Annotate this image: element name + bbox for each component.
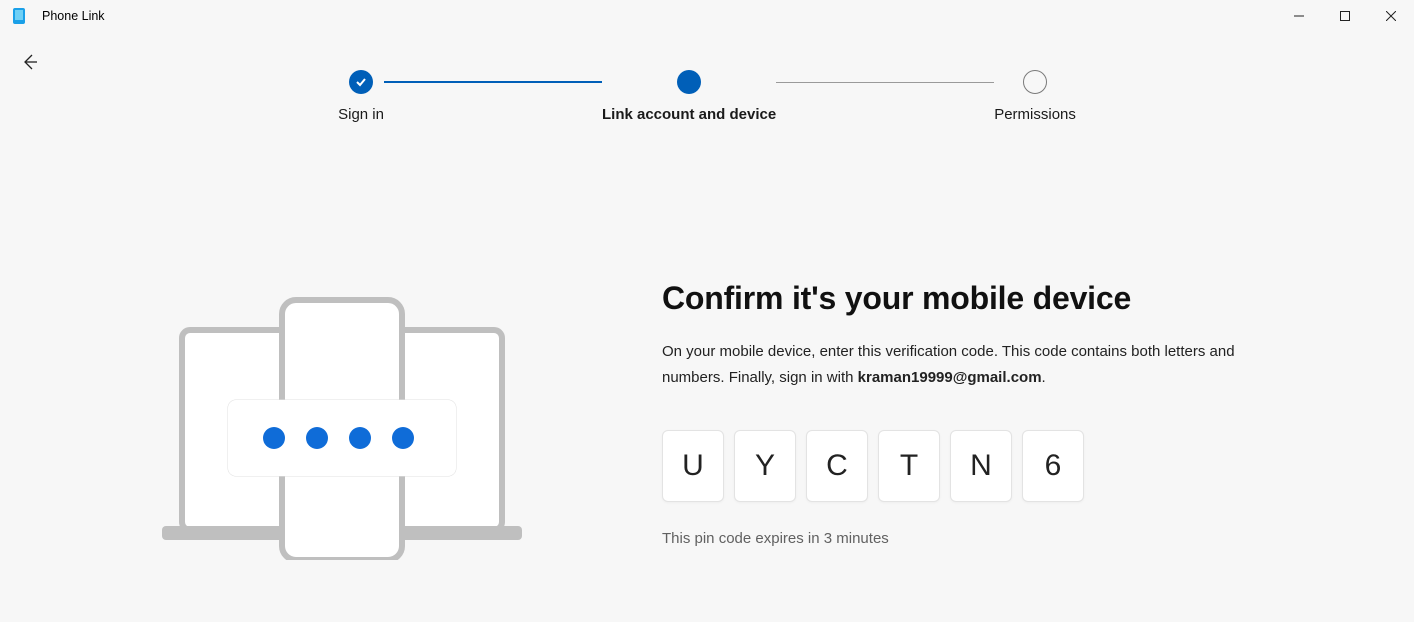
device-illustration (152, 280, 532, 560)
expiry-text: This pin code expires in 3 minutes (662, 530, 1262, 547)
app-title: Phone Link (42, 9, 105, 23)
step-connector (384, 81, 602, 83)
step-circle-current-icon (677, 70, 701, 94)
step-permissions: Permissions (994, 70, 1076, 123)
verification-code: U Y C T N 6 (662, 430, 1262, 502)
code-char: T (878, 430, 940, 502)
close-button[interactable] (1368, 0, 1414, 32)
step-label: Permissions (994, 106, 1076, 123)
account-email: kraman19999@gmail.com (858, 369, 1042, 386)
step-circle-done-icon (349, 70, 373, 94)
minimize-button[interactable] (1276, 0, 1322, 32)
titlebar-left: Phone Link (10, 7, 105, 25)
code-char: 6 (1022, 430, 1084, 502)
main-content: Confirm it's your mobile device On your … (0, 260, 1414, 560)
step-label: Sign in (338, 106, 384, 123)
code-char: C (806, 430, 868, 502)
app-icon (10, 7, 28, 25)
window-controls (1276, 0, 1414, 32)
code-char: U (662, 430, 724, 502)
step-connector (776, 82, 994, 83)
instruction-suffix: . (1042, 369, 1046, 386)
step-sign-in: Sign in (338, 70, 384, 123)
step-link-account: Link account and device (602, 70, 776, 123)
instruction-text: On your mobile device, enter this verifi… (662, 339, 1262, 390)
step-circle-pending-icon (1023, 70, 1047, 94)
page-heading: Confirm it's your mobile device (662, 280, 1262, 317)
titlebar: Phone Link (0, 0, 1414, 32)
code-char: Y (734, 430, 796, 502)
verification-panel: Confirm it's your mobile device On your … (662, 260, 1262, 547)
code-char: N (950, 430, 1012, 502)
progress-stepper: Sign in Link account and device Permissi… (0, 70, 1414, 123)
maximize-button[interactable] (1322, 0, 1368, 32)
step-label: Link account and device (602, 106, 776, 123)
